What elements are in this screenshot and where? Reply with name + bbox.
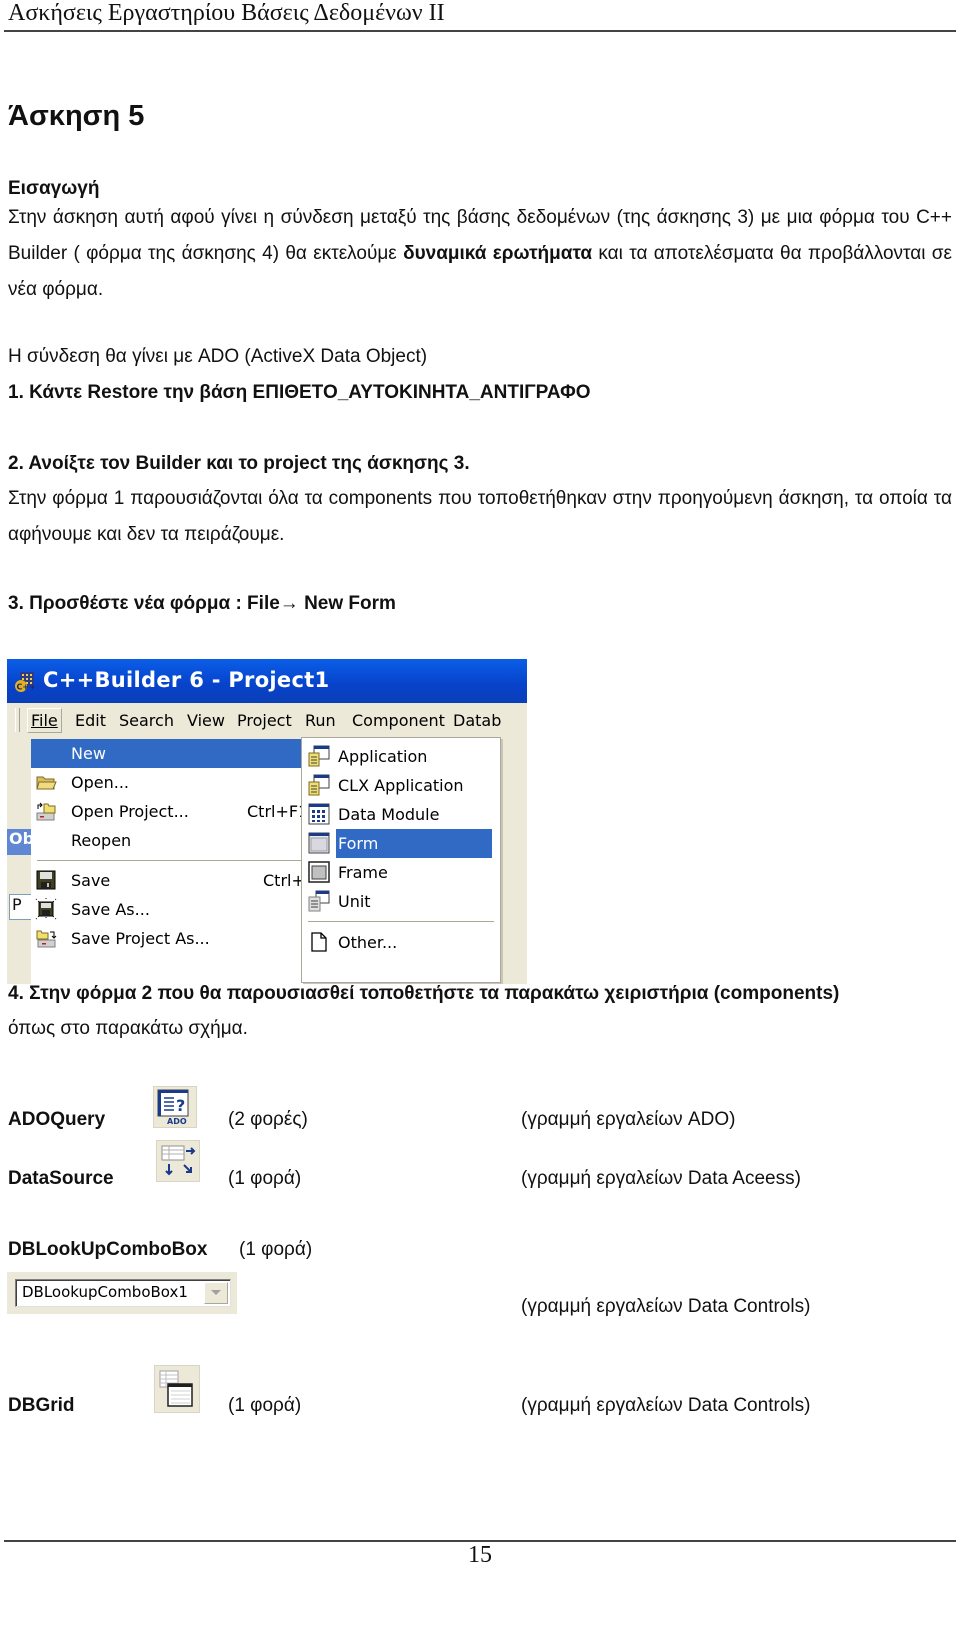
component-toolbar-adoquery: (γραμμή εργαλείων ADO)	[521, 1109, 736, 1130]
file-menu: New Open... Open Project... Ctrl+F11 Reo…	[31, 739, 322, 984]
file-menu-item-open-project[interactable]: Open Project... Ctrl+F11	[31, 797, 321, 826]
save-project-icon	[36, 930, 57, 948]
component-count-datasource: (1 φορά)	[228, 1168, 302, 1189]
step-4-continued: όπως στο παρακάτω σχήμα.	[8, 1018, 248, 1039]
clx-application-icon	[308, 774, 330, 796]
menu-run[interactable]: Run	[305, 711, 336, 730]
component-name-dbgrid: DBGrid	[8, 1395, 75, 1416]
application-icon	[308, 745, 330, 767]
ide-title-bar: C++ C++Builder 6 - Project1	[7, 659, 527, 703]
step-4: 4. Στην φόρμα 2 που θα παρουσιασθεί τοπο…	[8, 983, 840, 1004]
step-2-text: Στην φόρμα 1 παρουσιάζονται όλα τα compo…	[8, 488, 952, 545]
open-folder-icon	[36, 776, 57, 790]
combo-value: DBLookupComboBox1	[22, 1283, 188, 1301]
menu-file[interactable]: File	[27, 708, 62, 733]
open-project-icon	[36, 802, 56, 821]
file-menu-item-open[interactable]: Open...	[31, 768, 321, 797]
save-as-icon	[35, 898, 57, 920]
new-submenu-item-clx-application[interactable]: CLX Application	[302, 771, 500, 800]
component-count-dblookupcombobox: (1 φορά)	[239, 1239, 313, 1260]
page-number: 15	[468, 1542, 492, 1568]
frame-icon	[308, 861, 330, 883]
new-submenu-item-form[interactable]: Form	[302, 829, 500, 858]
component-name-adoquery: ADOQuery	[8, 1109, 106, 1130]
component-count-adoquery: (2 φορές)	[228, 1109, 308, 1130]
menu-separator	[308, 921, 494, 922]
document-icon	[311, 932, 327, 952]
exercise-title: Άσκηση 5	[8, 100, 145, 132]
file-menu-item-save-as[interactable]: Save As...	[31, 895, 321, 924]
ide-window-title: C++Builder 6 - Project1	[43, 668, 330, 692]
ado-line: Η σύνδεση θα γίνει με ADO (ActiveX Data …	[8, 346, 428, 367]
intro-heading: Εισαγωγή	[8, 178, 100, 199]
menu-search[interactable]: Search	[119, 711, 174, 730]
data-module-icon	[308, 803, 330, 825]
svg-text:ADO: ADO	[167, 1117, 187, 1126]
intro-text-bold: δυναμικά ερωτήματα	[403, 243, 593, 264]
file-menu-item-reopen[interactable]: Reopen	[31, 826, 321, 855]
ide-screenshot: C++ C++Builder 6 - Project1 File Edit Se…	[7, 659, 527, 984]
new-submenu-item-application[interactable]: Application	[302, 742, 500, 771]
component-name-dblookupcombobox: DBLookUpComboBox	[8, 1239, 208, 1260]
file-menu-item-save[interactable]: Save Ctrl+S	[31, 866, 321, 895]
ide-menubar: File Edit Search View Project Run Compon…	[7, 703, 527, 735]
menu-component[interactable]: Component	[352, 711, 445, 730]
file-menu-item-new[interactable]: New	[31, 739, 321, 768]
step-1: 1. Κάντε Restore την βάση ΕΠΙΘΕΤΟ_ΑΥΤΟΚΙ…	[8, 382, 591, 403]
svg-text:?: ?	[176, 1096, 185, 1115]
object-inspector-title-fragment: Ob	[7, 829, 33, 855]
component-name-datasource: DataSource	[8, 1168, 114, 1189]
db-grid-icon	[154, 1365, 200, 1413]
new-submenu-item-unit[interactable]: Unit	[302, 887, 500, 916]
toolbar-grip[interactable]	[15, 708, 20, 732]
cpp-builder-icon: C++	[15, 672, 36, 692]
file-menu-item-save-project-as[interactable]: Save Project As...	[31, 924, 321, 953]
new-submenu: Application CLX Application Data Module …	[301, 737, 501, 983]
step-2: 2. Ανοίξτε τον Builder και το project τη…	[8, 453, 470, 474]
component-toolbar-dbgrid: (γραμμή εργαλείων Data Controls)	[521, 1395, 811, 1416]
header-rule	[4, 30, 956, 32]
menu-project[interactable]: Project	[237, 711, 292, 730]
svg-text:C++: C++	[17, 683, 36, 692]
ide-background	[7, 735, 31, 984]
running-header: Ασκήσεις Εργαστηρίου Βάσεις Δεδομένων ΙΙ	[8, 0, 445, 26]
component-toolbar-datasource: (γραμμή εργαλείων Data Aceess)	[521, 1168, 801, 1189]
form-icon	[308, 832, 330, 854]
dblookupcombobox-sample: DBLookupComboBox1	[7, 1272, 237, 1314]
floppy-disk-icon	[36, 870, 56, 890]
menu-separator	[37, 860, 313, 861]
component-count-dbgrid: (1 φορά)	[228, 1395, 302, 1416]
menu-view[interactable]: View	[187, 711, 225, 730]
step-3: 3. Προσθέστε νέα φόρμα : File→ New Form	[8, 593, 396, 614]
menu-database[interactable]: Datab	[453, 711, 501, 730]
new-submenu-item-frame[interactable]: Frame	[302, 858, 500, 887]
data-source-icon	[156, 1140, 200, 1182]
component-toolbar-dblookupcombobox: (γραμμή εργαλείων Data Controls)	[521, 1296, 811, 1317]
chevron-down-icon[interactable]	[204, 1282, 228, 1304]
new-submenu-item-other[interactable]: Other...	[302, 928, 500, 957]
combo-field[interactable]: DBLookupComboBox1	[15, 1279, 231, 1307]
ado-query-icon: ? ADO	[153, 1086, 197, 1128]
new-submenu-item-data-module[interactable]: Data Module	[302, 800, 500, 829]
intro-paragraph: Στην άσκηση αυτή αφού γίνει η σύνδεση με…	[8, 200, 952, 308]
unit-icon	[308, 890, 330, 912]
menu-edit[interactable]: Edit	[75, 711, 106, 730]
object-inspector-field-fragment: P	[9, 894, 33, 920]
